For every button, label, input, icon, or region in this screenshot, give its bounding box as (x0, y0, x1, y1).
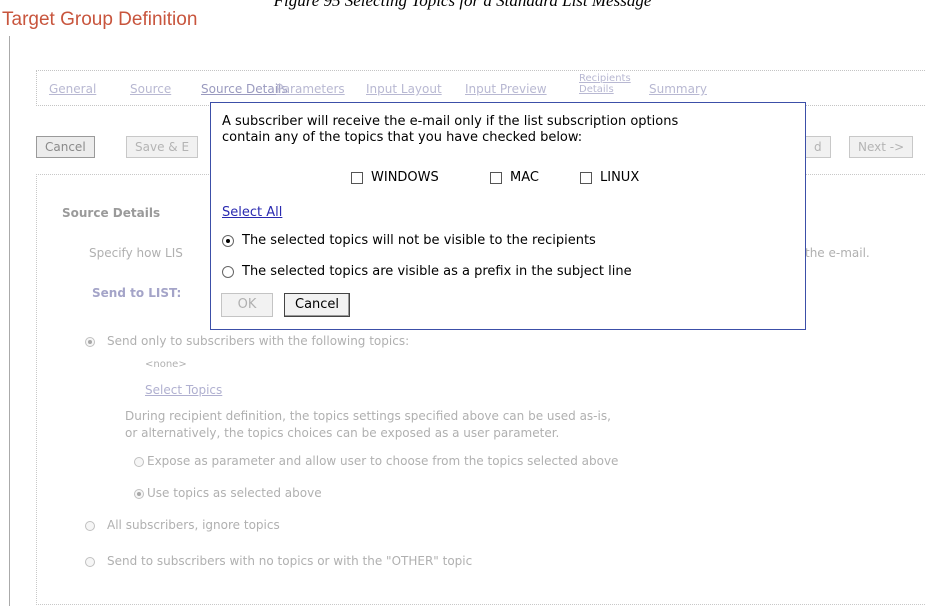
topic-linux[interactable]: LINUX (580, 170, 639, 185)
topic-windows[interactable]: WINDOWS (351, 170, 439, 185)
save-and-exit-button[interactable]: Save & E (126, 136, 199, 158)
option-prefix-label: The selected topics are visible as a pre… (242, 264, 632, 279)
dialog-cancel-button[interactable]: Cancel (284, 293, 351, 317)
topic-mac-label: MAC (510, 170, 539, 185)
tab-recipients-details[interactable]: Recipients Details (579, 73, 631, 95)
topic-mac[interactable]: MAC (490, 170, 539, 185)
topic-linux-checkbox[interactable] (580, 171, 592, 184)
select-topics-link[interactable]: Select Topics (145, 383, 222, 397)
topic-mac-checkbox[interactable] (490, 171, 502, 184)
option-prefix-radio[interactable] (222, 265, 234, 278)
left-divider (9, 36, 10, 606)
send-only-label: Send only to subscribers with the follow… (107, 334, 410, 348)
source-details-heading: Source Details (62, 206, 161, 220)
ok-button[interactable]: OK (221, 293, 273, 317)
tab-general[interactable]: General (49, 82, 96, 96)
option-prefix[interactable]: The selected topics are visible as a pre… (222, 264, 632, 279)
all-subscribers-label: All subscribers, ignore topics (107, 518, 280, 532)
all-subscribers-radio[interactable] (85, 521, 95, 531)
tab-source-details[interactable]: Source Details (201, 82, 288, 96)
tab-source[interactable]: Source (130, 82, 171, 96)
dialog-message: A subscriber will receive the e-mail onl… (222, 114, 802, 146)
recipient-note-2: or alternatively, the topics choices can… (125, 426, 560, 440)
select-all-link[interactable]: Select All (222, 205, 282, 220)
use-topics-radio[interactable] (134, 489, 144, 499)
topic-linux-label: LINUX (600, 170, 640, 185)
specify-text-start: Specify how LIS (89, 246, 183, 260)
page-title: Target Group Definition (2, 9, 198, 30)
tab-input-layout[interactable]: Input Layout (366, 82, 442, 96)
dialog-message-line-1: A subscriber will receive the e-mail onl… (222, 114, 679, 129)
cancel-button[interactable]: Cancel (36, 136, 95, 158)
tab-input-preview[interactable]: Input Preview (465, 82, 547, 96)
no-topics-radio[interactable] (85, 557, 95, 567)
recipient-note-1: During recipient definition, the topics … (125, 409, 611, 423)
option-hidden-radio[interactable] (222, 234, 234, 247)
use-topics-label: Use topics as selected above (147, 486, 322, 500)
expose-parameter-radio[interactable] (134, 457, 144, 467)
back-button[interactable]: d (806, 136, 831, 158)
topic-windows-checkbox[interactable] (351, 171, 363, 184)
no-topics-label: Send to subscribers with no topics or wi… (107, 554, 473, 568)
none-topics-label: <none> (145, 359, 187, 370)
send-to-list-label: Send to LIST: (92, 286, 182, 300)
topic-windows-label: WINDOWS (371, 170, 439, 185)
expose-parameter-label: Expose as parameter and allow user to ch… (147, 454, 619, 468)
option-hidden[interactable]: The selected topics will not be visible … (222, 233, 596, 248)
tab-parameters[interactable]: Parameters (276, 82, 345, 96)
tab-bar: General Source Source Details Parameters… (36, 70, 925, 106)
specify-text-end: the e-mail. (805, 246, 870, 260)
dialog-message-line-2: contain any of the topics that you have … (222, 130, 583, 145)
select-topics-dialog: A subscriber will receive the e-mail onl… (210, 102, 806, 330)
option-hidden-label: The selected topics will not be visible … (242, 233, 596, 248)
send-only-radio[interactable] (85, 337, 95, 347)
next-button[interactable]: Next -> (849, 136, 914, 158)
tab-summary[interactable]: Summary (649, 82, 707, 96)
